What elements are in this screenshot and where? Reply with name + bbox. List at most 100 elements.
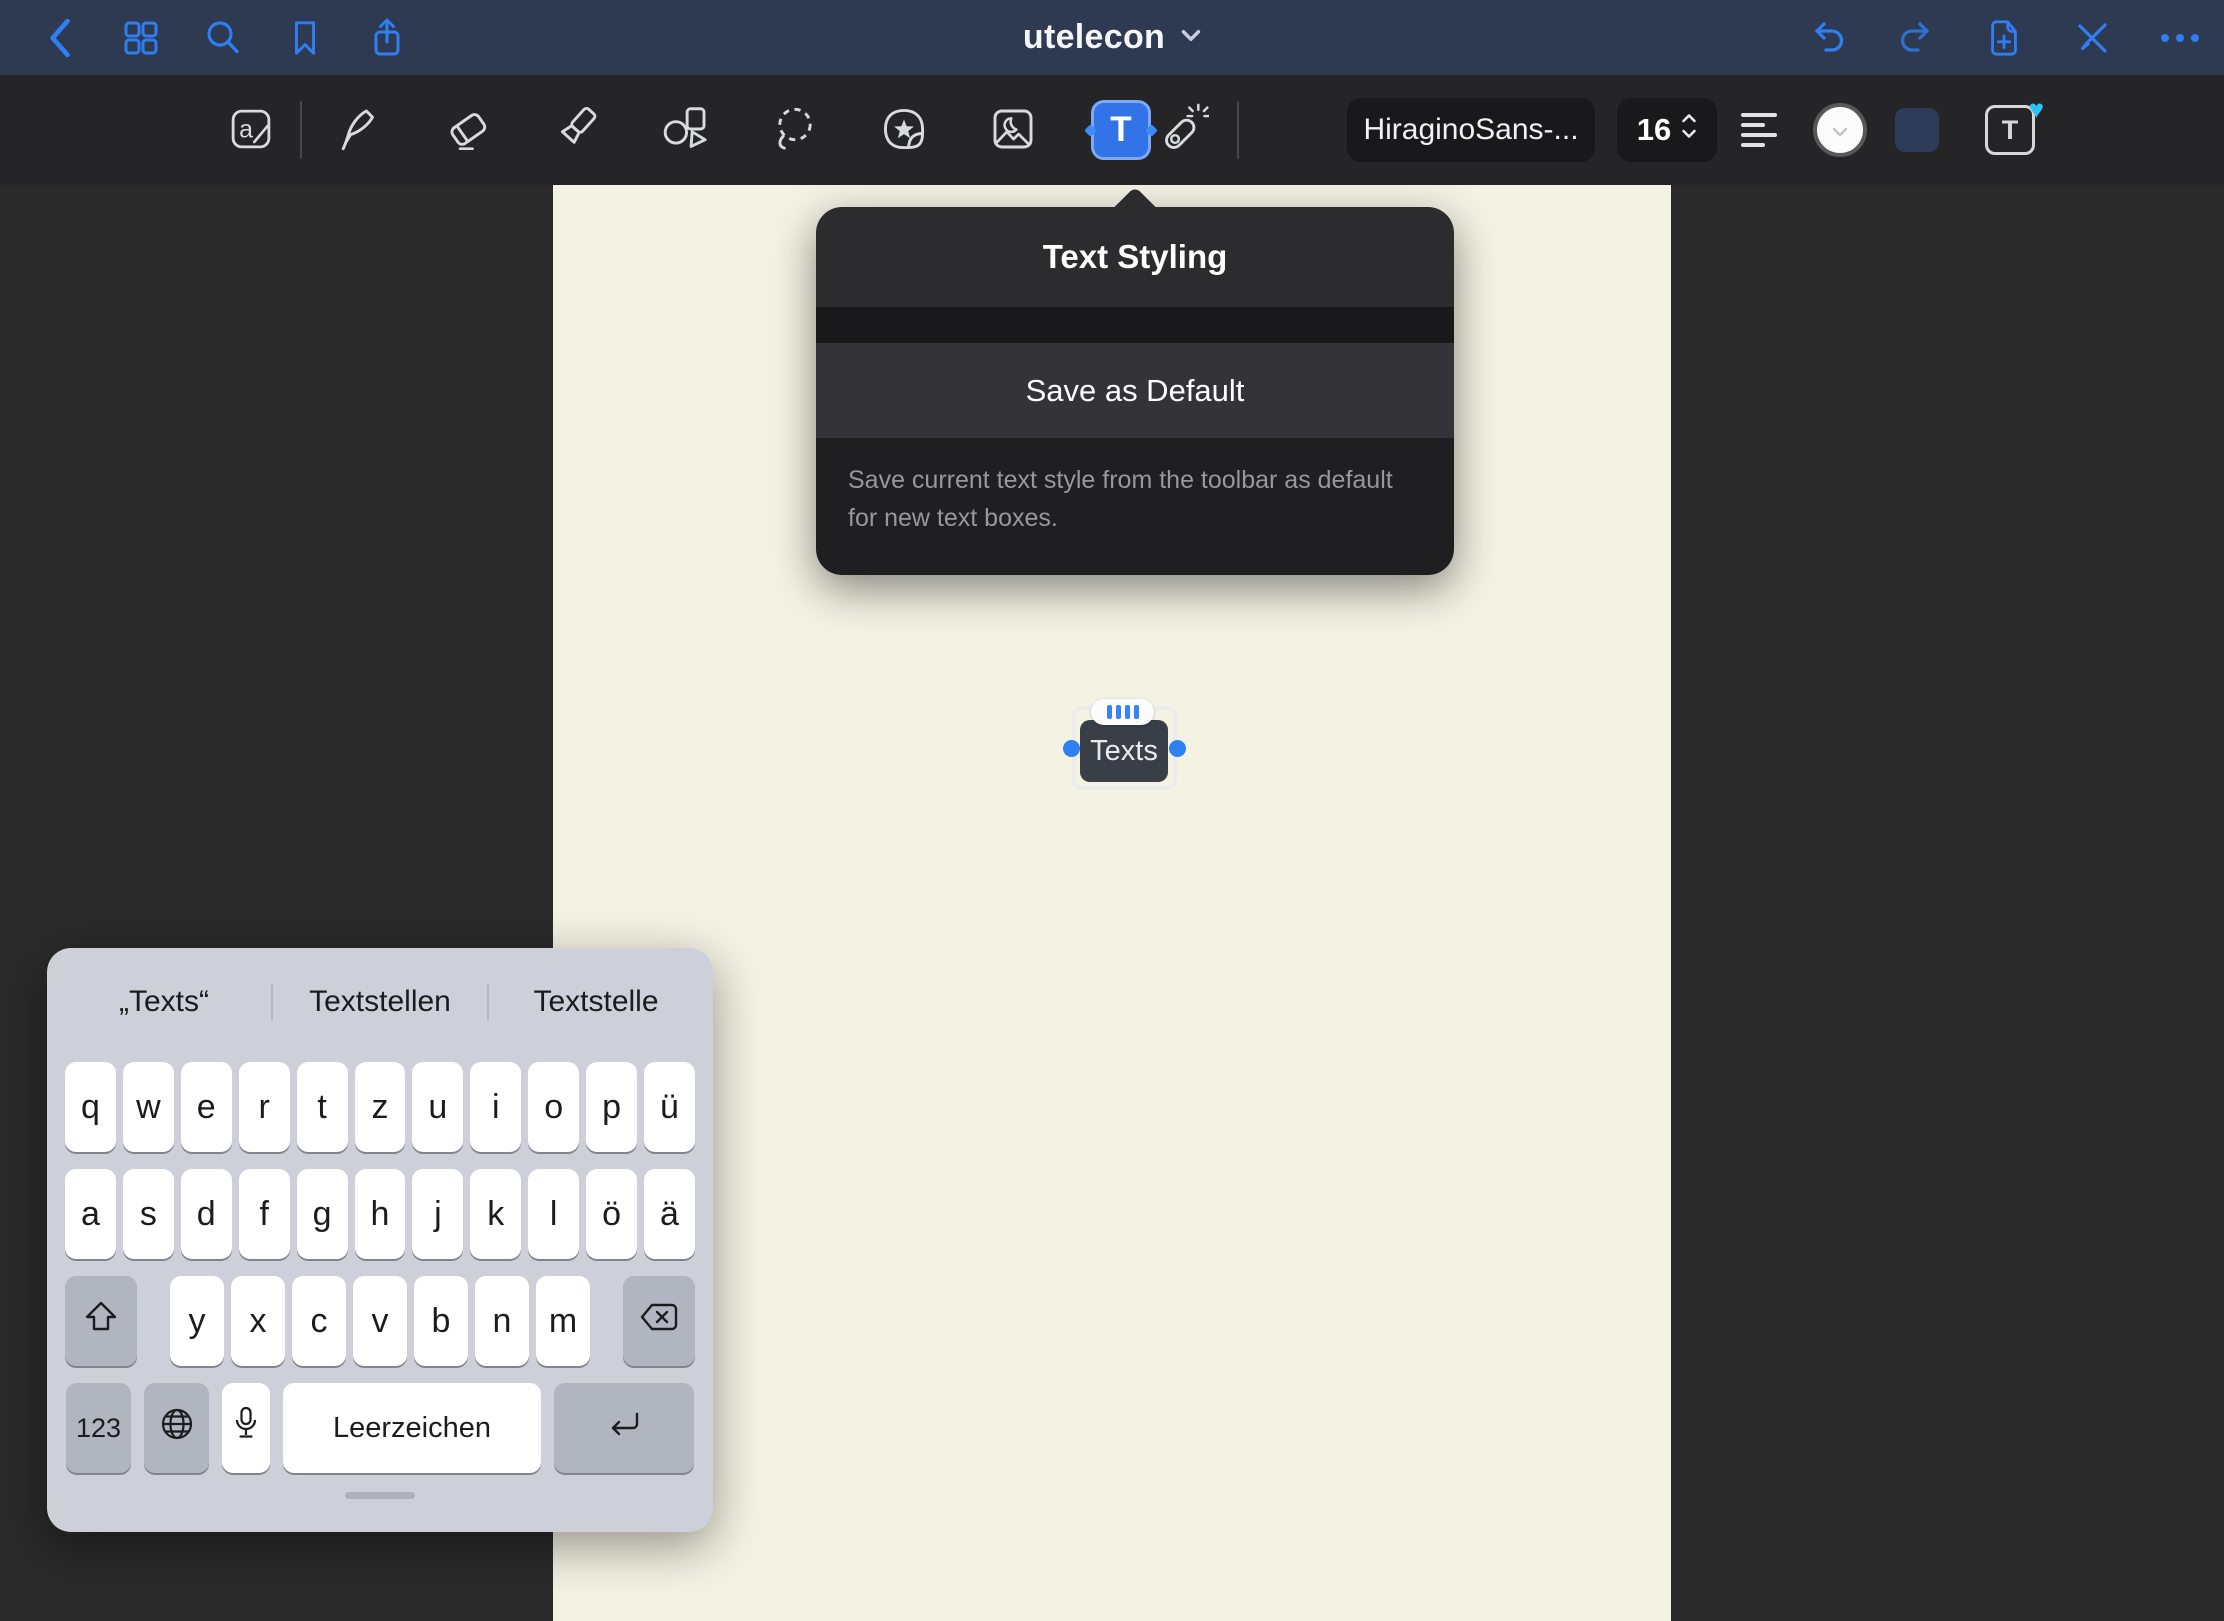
text-color-swatch[interactable] [1813,103,1867,157]
ellipsis-icon [2159,32,2201,44]
suggestion-1[interactable]: „Texts“ [57,985,271,1019]
shapes-icon [659,102,713,159]
lasso-icon [768,102,822,159]
search-button[interactable] [202,11,244,65]
key-r[interactable]: r [239,1062,290,1152]
toolbar-divider [300,101,302,159]
key-x[interactable]: x [231,1276,285,1366]
key-b[interactable]: b [414,1276,468,1366]
key-d[interactable]: d [181,1169,232,1259]
handwriting-tool-icon: a [225,103,277,158]
textbox-drag-handle[interactable] [1091,699,1154,725]
top-navigation-bar: utelecon [0,0,2224,75]
laser-pointer-tool-button[interactable] [1151,99,1213,161]
add-page-button[interactable] [1983,11,2025,65]
key-e[interactable]: e [181,1062,232,1152]
key-j[interactable]: j [412,1169,463,1259]
key-m[interactable]: m [536,1276,590,1366]
document-title[interactable]: utelecon [1023,0,1201,75]
eraser-tool-button[interactable] [437,99,499,161]
microphone-icon [234,1406,258,1451]
bookmark-icon [286,17,324,59]
font-size-stepper[interactable]: 16 [1617,98,1717,162]
shapes-tool-button[interactable] [655,99,717,161]
shift-icon [83,1300,119,1343]
pen-icon [332,102,386,159]
bookmark-button[interactable] [284,11,326,65]
key-f[interactable]: f [239,1169,290,1259]
share-button[interactable] [366,11,408,65]
handwriting-tool-button[interactable]: a [224,99,278,161]
key-n[interactable]: n [475,1276,529,1366]
chevron-left-icon [46,17,72,59]
drag-bar [1134,705,1139,719]
textbox-resize-handle-left[interactable] [1063,740,1080,757]
key-w[interactable]: w [123,1062,174,1152]
sticker-tool-button[interactable] [873,99,935,161]
font-family-button[interactable]: HiraginoSans-... [1347,98,1595,162]
key-k[interactable]: k [470,1169,521,1259]
key-ü[interactable]: ü [644,1062,695,1152]
keyboard-row-3: yxcvbnm [47,1276,713,1366]
document-plus-icon [1985,16,2023,60]
key-ä[interactable]: ä [644,1169,695,1259]
laser-pointer-icon [1155,102,1209,159]
return-key[interactable] [554,1383,694,1473]
key-y[interactable]: y [170,1276,224,1366]
key-s[interactable]: s [123,1169,174,1259]
suggestion-3[interactable]: Textstelle [489,985,703,1019]
image-tool-button[interactable] [982,99,1044,161]
highlighter-tool-button[interactable] [546,99,608,161]
key-z[interactable]: z [355,1062,406,1152]
key-q[interactable]: q [65,1062,116,1152]
key-g[interactable]: g [297,1169,348,1259]
keyboard-drag-handle[interactable] [345,1492,415,1499]
key-i[interactable]: i [470,1062,521,1152]
return-icon [607,1409,641,1448]
toolbar-divider [1237,101,1239,159]
key-l[interactable]: l [528,1169,579,1259]
numbers-key[interactable]: 123 [66,1383,131,1473]
key-p[interactable]: p [586,1062,637,1152]
undo-icon [1808,18,1848,58]
text-style-button[interactable]: T ♥ [1985,105,2035,155]
popover-description: Save current text style from the toolbar… [816,438,1454,575]
undo-button[interactable] [1807,11,1849,65]
pages-overview-button[interactable] [120,11,162,65]
readonly-mode-button[interactable] [2071,11,2113,65]
textbox-resize-handle-right[interactable] [1169,740,1186,757]
dictation-key[interactable] [222,1383,270,1473]
key-u[interactable]: u [412,1062,463,1152]
image-icon [986,102,1040,159]
lasso-tool-button[interactable] [764,99,826,161]
key-h[interactable]: h [355,1169,406,1259]
key-t[interactable]: t [297,1062,348,1152]
save-as-default-button[interactable]: Save as Default [816,343,1454,438]
more-button[interactable] [2159,11,2201,65]
backspace-icon [639,1302,679,1341]
globe-key[interactable] [144,1383,209,1473]
key-c[interactable]: c [292,1276,346,1366]
keyboard-row-3-letters: yxcvbnm [170,1276,590,1366]
key-o[interactable]: o [528,1062,579,1152]
suggestion-2[interactable]: Textstellen [273,985,487,1019]
pen-tool-button[interactable] [328,99,390,161]
shift-key[interactable] [65,1276,137,1366]
keyboard-row-1: qwertzuiopü [47,1062,713,1152]
background-color-swatch[interactable] [1895,108,1939,152]
text-styling-popover: Text Styling Save as Default Save curren… [816,207,1454,575]
sticker-icon [877,102,931,159]
text-tool-button[interactable]: T [1091,100,1151,160]
chevron-down-icon [1181,29,1201,47]
backspace-key[interactable] [623,1276,695,1366]
key-a[interactable]: a [65,1169,116,1259]
back-button[interactable] [38,11,80,65]
space-key[interactable]: Leerzeichen [283,1383,541,1473]
text-box[interactable]: Texts [1080,720,1168,782]
key-v[interactable]: v [353,1276,407,1366]
tools-toolbar: a [0,75,2224,185]
redo-button[interactable] [1895,11,1937,65]
text-alignment-button[interactable] [1741,108,1785,152]
key-ö[interactable]: ö [586,1169,637,1259]
text-tool-glyph: T [1110,110,1131,150]
